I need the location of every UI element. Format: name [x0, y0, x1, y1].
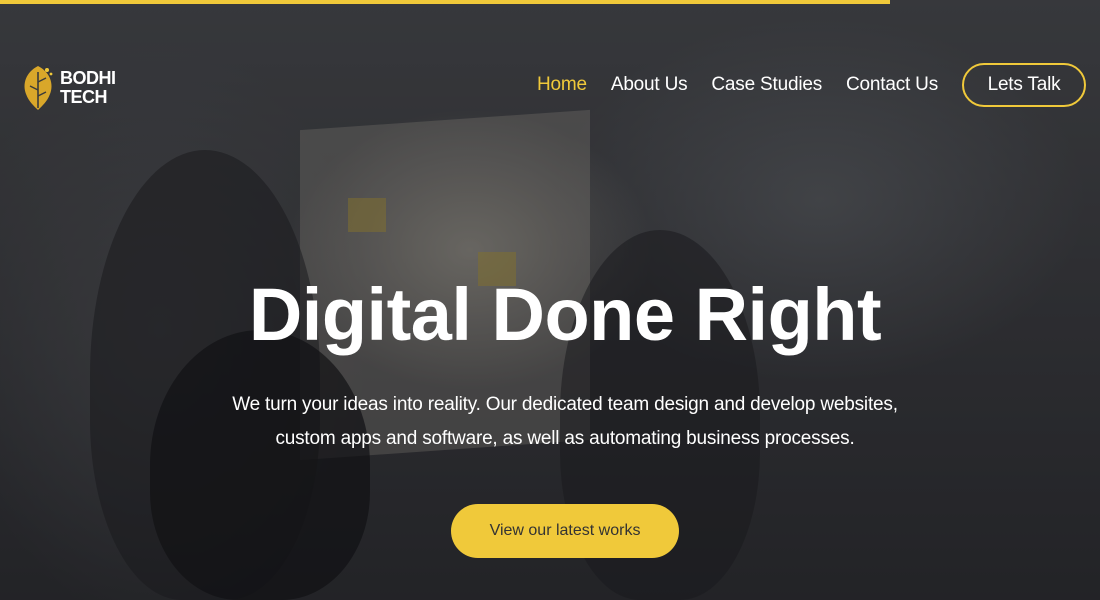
brand-line-2: TECH [60, 87, 107, 107]
nav-item-home[interactable]: Home [537, 74, 587, 96]
nav-item-about-us[interactable]: About Us [611, 74, 688, 96]
view-latest-works-button[interactable]: View our latest works [451, 504, 679, 558]
hero-title: Digital Done Right [248, 273, 882, 356]
brand-logo[interactable]: BODHI TECH [20, 64, 116, 112]
hero-subtitle: We turn your ideas into reality. Our ded… [150, 388, 980, 456]
nav-item-case-studies[interactable]: Case Studies [711, 74, 822, 96]
leaf-logo-icon [24, 66, 53, 110]
hero-subtitle-line-2: custom apps and software, as well as aut… [275, 428, 855, 449]
hero-section: BODHI TECH Home About Us Case Studies Co… [0, 0, 1100, 600]
top-progress-bar [0, 0, 890, 4]
brand-line-1: BODHI [60, 68, 116, 88]
nav-item-contact-us[interactable]: Contact Us [846, 74, 938, 96]
lets-talk-button[interactable]: Lets Talk [962, 63, 1086, 107]
main-nav: Home About Us Case Studies Contact Us Le… [513, 63, 1086, 107]
brand-name: BODHI TECH [60, 69, 116, 107]
hero-subtitle-line-1: We turn your ideas into reality. Our ded… [232, 394, 898, 415]
